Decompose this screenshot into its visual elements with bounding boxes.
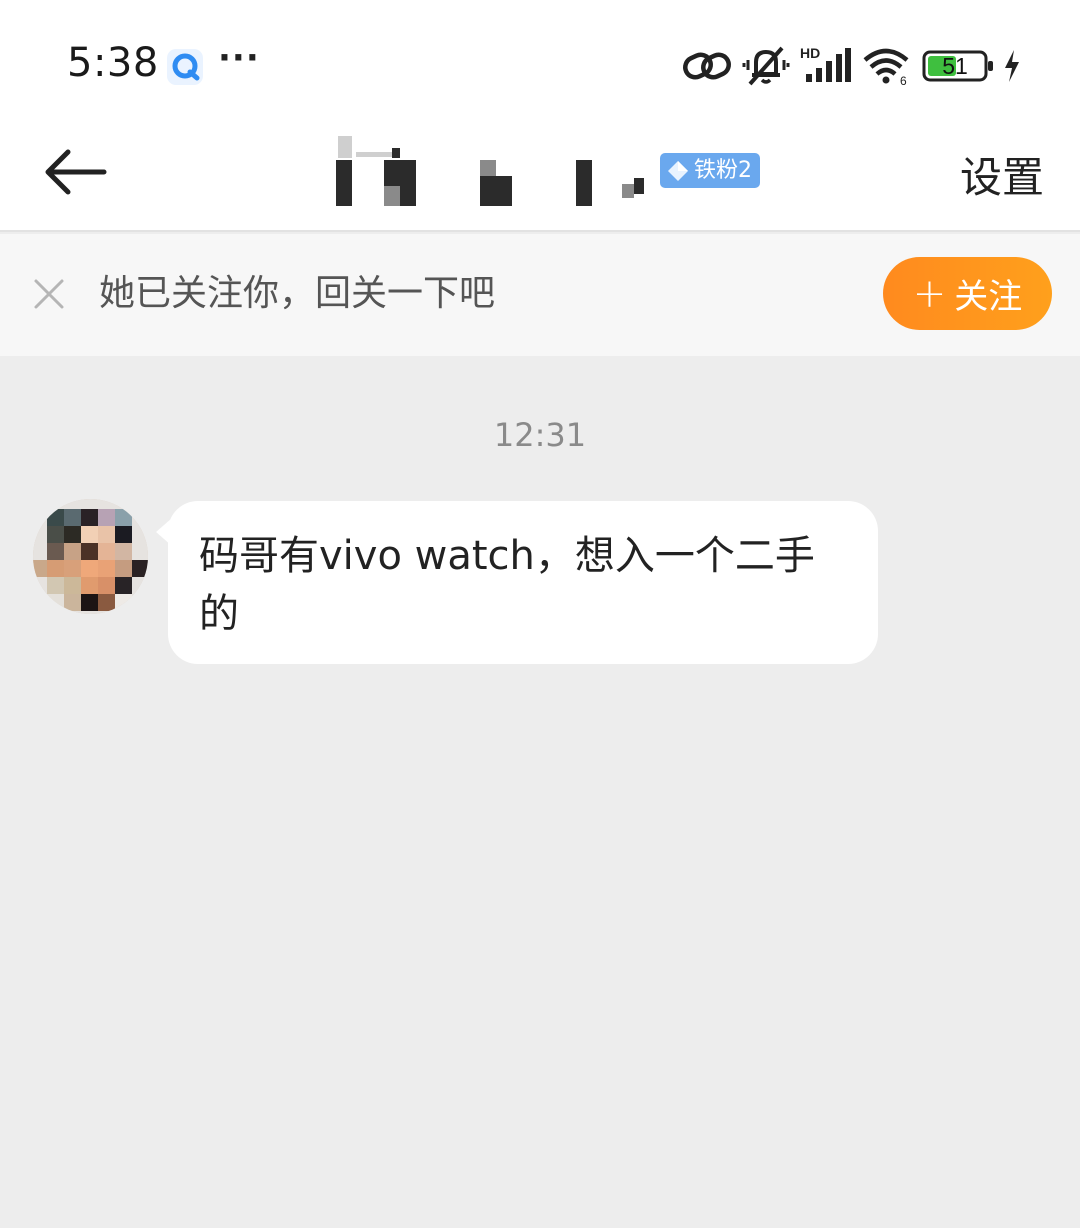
link-icon [683, 52, 731, 80]
settings-button[interactable]: 设置 [960, 144, 1044, 205]
nav-bar: 铁粉2 设置 [0, 118, 1080, 232]
vibrate-mute-icon [742, 46, 790, 86]
fan-level-badge: 铁粉2 [660, 153, 760, 188]
fan-badge-label: 铁粉2 [694, 158, 752, 183]
back-arrow-icon[interactable] [42, 148, 108, 196]
charging-icon [1005, 50, 1019, 82]
chat-screen: 5:38 ··· HD 6 51 铁粉2 设置 她已关注你，回关一下吧 + 关注… [0, 0, 1080, 1228]
redacted-username [334, 132, 664, 212]
close-icon[interactable] [33, 278, 65, 310]
svg-text:HD: HD [800, 45, 820, 61]
follow-back-prompt: 她已关注你，回关一下吧 [99, 273, 496, 314]
svg-text:6: 6 [900, 74, 907, 88]
app-notification-icon [167, 49, 203, 85]
follow-button-label: 关注 [954, 277, 1023, 317]
battery-icon: 51 [922, 44, 996, 88]
status-time: 5:38 [67, 40, 159, 86]
plus-icon: + [912, 270, 947, 317]
follow-button[interactable]: + 关注 [883, 257, 1052, 330]
hd-signal-icon: HD [800, 45, 851, 82]
diamond-icon [668, 160, 688, 181]
more-notifications-icon: ··· [218, 38, 260, 78]
status-bar: 5:38 ··· HD 6 51 [0, 0, 1080, 118]
message-timestamp: 12:31 [493, 416, 587, 454]
message-text: 码哥有vivo watch，想入一个二手的 [199, 533, 815, 637]
wifi-icon: 6 [863, 48, 909, 88]
avatar[interactable] [33, 499, 148, 614]
battery-level: 51 [942, 53, 968, 79]
